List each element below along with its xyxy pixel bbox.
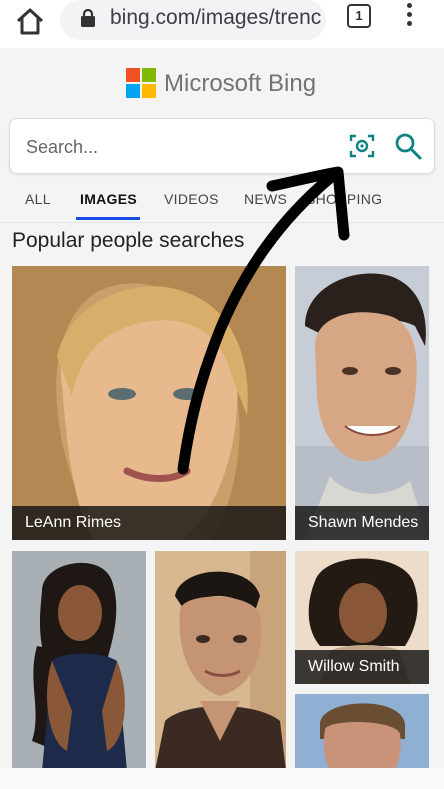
person-tile[interactable] [295, 694, 429, 771]
person-name: LeAnn Rimes [12, 506, 286, 540]
tab-shopping[interactable]: SHOPPING [306, 191, 382, 207]
person-photo [295, 266, 429, 540]
person-photo [295, 694, 429, 771]
lock-icon [81, 9, 95, 27]
person-name: Shawn Mendes [295, 506, 429, 540]
search-icon[interactable] [394, 132, 422, 160]
logo-text: Microsoft Bing [164, 70, 317, 97]
tab-switcher-button[interactable]: 1 [347, 4, 373, 28]
tab-all[interactable]: ALL [25, 191, 51, 207]
tab-count: 1 [347, 4, 371, 28]
person-tile[interactable] [155, 551, 286, 771]
active-tab-indicator [76, 217, 140, 220]
search-category-tabs: ALL IMAGES VIDEOS NEWS SHOPPING [0, 184, 444, 223]
search-box [9, 118, 435, 174]
person-name: Willow Smith [295, 650, 429, 684]
home-icon[interactable] [14, 6, 46, 38]
person-tile[interactable]: Shawn Mendes [295, 266, 429, 540]
bottom-edge [0, 768, 444, 789]
bing-logo[interactable]: Microsoft Bing [126, 68, 326, 100]
person-photo [155, 551, 286, 771]
visual-search-icon[interactable] [349, 133, 375, 159]
address-bar[interactable]: bing.com/images/trenc [60, 0, 326, 40]
tab-news[interactable]: NEWS [244, 191, 287, 207]
person-photo [12, 266, 286, 540]
person-tile[interactable] [12, 551, 146, 771]
person-photo [12, 551, 146, 771]
section-title: Popular people searches [12, 229, 245, 252]
tab-videos[interactable]: VIDEOS [164, 191, 219, 207]
search-input[interactable] [24, 133, 328, 161]
browser-toolbar: bing.com/images/trenc 1 [0, 0, 444, 49]
person-tile[interactable]: Willow Smith [295, 551, 429, 684]
tab-images[interactable]: IMAGES [80, 191, 137, 207]
person-tile[interactable]: LeAnn Rimes [12, 266, 286, 540]
microsoft-logo-icon [126, 68, 156, 98]
url-text: bing.com/images/trenc [110, 6, 322, 29]
more-menu-icon[interactable] [400, 3, 418, 33]
